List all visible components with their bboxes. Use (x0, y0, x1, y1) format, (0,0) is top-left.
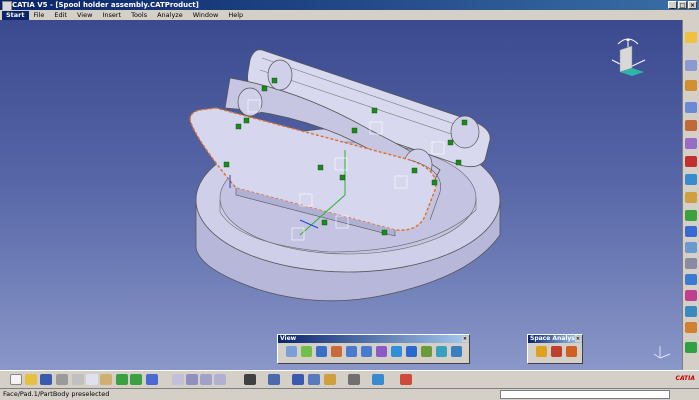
status-message: Face/Pad.1/PartBody preselected (3, 390, 110, 398)
existing-component-icon[interactable] (685, 102, 697, 113)
update-icon[interactable] (685, 342, 697, 353)
visualization-mode-icon[interactable] (214, 374, 226, 385)
menu-help[interactable]: Help (223, 10, 248, 20)
zoom-in-icon[interactable] (346, 346, 357, 357)
new-file-icon[interactable] (10, 374, 22, 385)
menu-analyze[interactable]: Analyze (152, 10, 188, 20)
bill-of-material-icon[interactable] (324, 374, 336, 385)
copy-icon[interactable] (86, 374, 98, 385)
view-toolbar-title[interactable]: View × (278, 335, 469, 343)
open-file-icon[interactable] (25, 374, 37, 385)
select-icon[interactable] (685, 32, 697, 43)
right-toolbar (682, 20, 699, 370)
move-icon[interactable] (292, 374, 304, 385)
undo-icon[interactable] (116, 374, 128, 385)
menu-start[interactable]: Start (2, 10, 29, 20)
graph-tree-reorder-icon[interactable] (685, 138, 697, 149)
fly-mode-icon[interactable] (286, 346, 297, 357)
new-component-icon[interactable] (685, 80, 697, 91)
fit-all-icon[interactable] (301, 346, 312, 357)
compass-icon[interactable] (611, 38, 646, 77)
title-bar: CATIA V5 - [Spool holder assembly.CATPro… (0, 0, 699, 11)
redo-icon[interactable] (130, 374, 142, 385)
maximize-button[interactable]: □ (678, 1, 687, 9)
space-analysis-toolbar: Space Analysis × (527, 334, 583, 364)
offset-constraint-icon[interactable] (685, 242, 697, 253)
axis-triad-icon (653, 346, 671, 359)
pin-cylinder-left-back[interactable] (267, 59, 293, 91)
coincidence-constraint-icon[interactable] (685, 210, 697, 221)
spacing-icon[interactable] (308, 374, 320, 385)
product-structure-icon[interactable] (685, 60, 697, 71)
save-icon[interactable] (40, 374, 52, 385)
clash-icon[interactable] (536, 346, 547, 357)
grid-icon[interactable] (400, 374, 412, 385)
replace-component-icon[interactable] (685, 120, 697, 131)
hide-show-icon[interactable] (421, 346, 432, 357)
shading-icon[interactable] (406, 346, 417, 357)
bottom-toolbar: CATIA (0, 370, 699, 388)
close-icon[interactable]: × (462, 336, 468, 342)
scene-icon[interactable] (268, 374, 280, 385)
menu-bar: Start File Edit View Insert Tools Analyz… (0, 10, 699, 20)
manipulation-icon[interactable] (685, 156, 697, 167)
distance-icon[interactable] (566, 346, 577, 357)
quick-constraint-icon[interactable] (685, 306, 697, 317)
zoom-out-icon[interactable] (361, 346, 372, 357)
explode-icon[interactable] (685, 192, 697, 203)
whats-this-icon[interactable] (146, 374, 158, 385)
window-title: CATIA V5 - [Spool holder assembly.CATPro… (12, 1, 199, 9)
close-button[interactable]: × (688, 1, 697, 9)
rotate-icon[interactable] (331, 346, 342, 357)
menu-edit[interactable]: Edit (49, 10, 72, 20)
fix-together-icon[interactable] (685, 290, 697, 301)
fix-component-icon[interactable] (685, 274, 697, 285)
sketch-icon[interactable] (172, 374, 184, 385)
sectioning-icon[interactable] (551, 346, 562, 357)
status-bar: Face/Pad.1/PartBody preselected (0, 388, 699, 400)
apply-material-icon[interactable] (372, 374, 384, 385)
angle-constraint-icon[interactable] (685, 258, 697, 269)
capture-icon[interactable] (451, 346, 462, 357)
pan-icon[interactable] (316, 346, 327, 357)
menu-tools[interactable]: Tools (126, 10, 152, 20)
swap-visible-icon[interactable] (436, 346, 447, 357)
measure-icon[interactable] (244, 374, 256, 385)
iso-view-icon[interactable] (391, 346, 402, 357)
snap-icon[interactable] (685, 174, 697, 185)
space-analysis-title[interactable]: Space Analysis × (528, 335, 582, 343)
command-input[interactable] (500, 390, 670, 399)
menu-insert[interactable]: Insert (97, 10, 126, 20)
print-icon[interactable] (56, 374, 68, 385)
model-canvas[interactable] (0, 20, 682, 370)
links-icon[interactable] (348, 374, 360, 385)
menu-view[interactable]: View (72, 10, 97, 20)
minimize-button[interactable]: _ (668, 1, 677, 9)
flexible-subassembly-icon[interactable] (685, 322, 697, 333)
design-mode-icon[interactable] (200, 374, 212, 385)
3d-viewport[interactable]: View × Space Analysis × (0, 20, 682, 370)
catalog-icon[interactable] (186, 374, 198, 385)
normal-view-icon[interactable] (376, 346, 387, 357)
menu-file[interactable]: File (29, 10, 50, 20)
close-icon[interactable]: × (575, 336, 581, 342)
contact-constraint-icon[interactable] (685, 226, 697, 237)
cut-icon[interactable] (72, 374, 84, 385)
paste-icon[interactable] (100, 374, 112, 385)
window-controls: _ □ × (668, 1, 697, 9)
catia-logo: CATIA (675, 375, 695, 382)
view-toolbar: View × (277, 334, 470, 364)
menu-window[interactable]: Window (188, 10, 224, 20)
